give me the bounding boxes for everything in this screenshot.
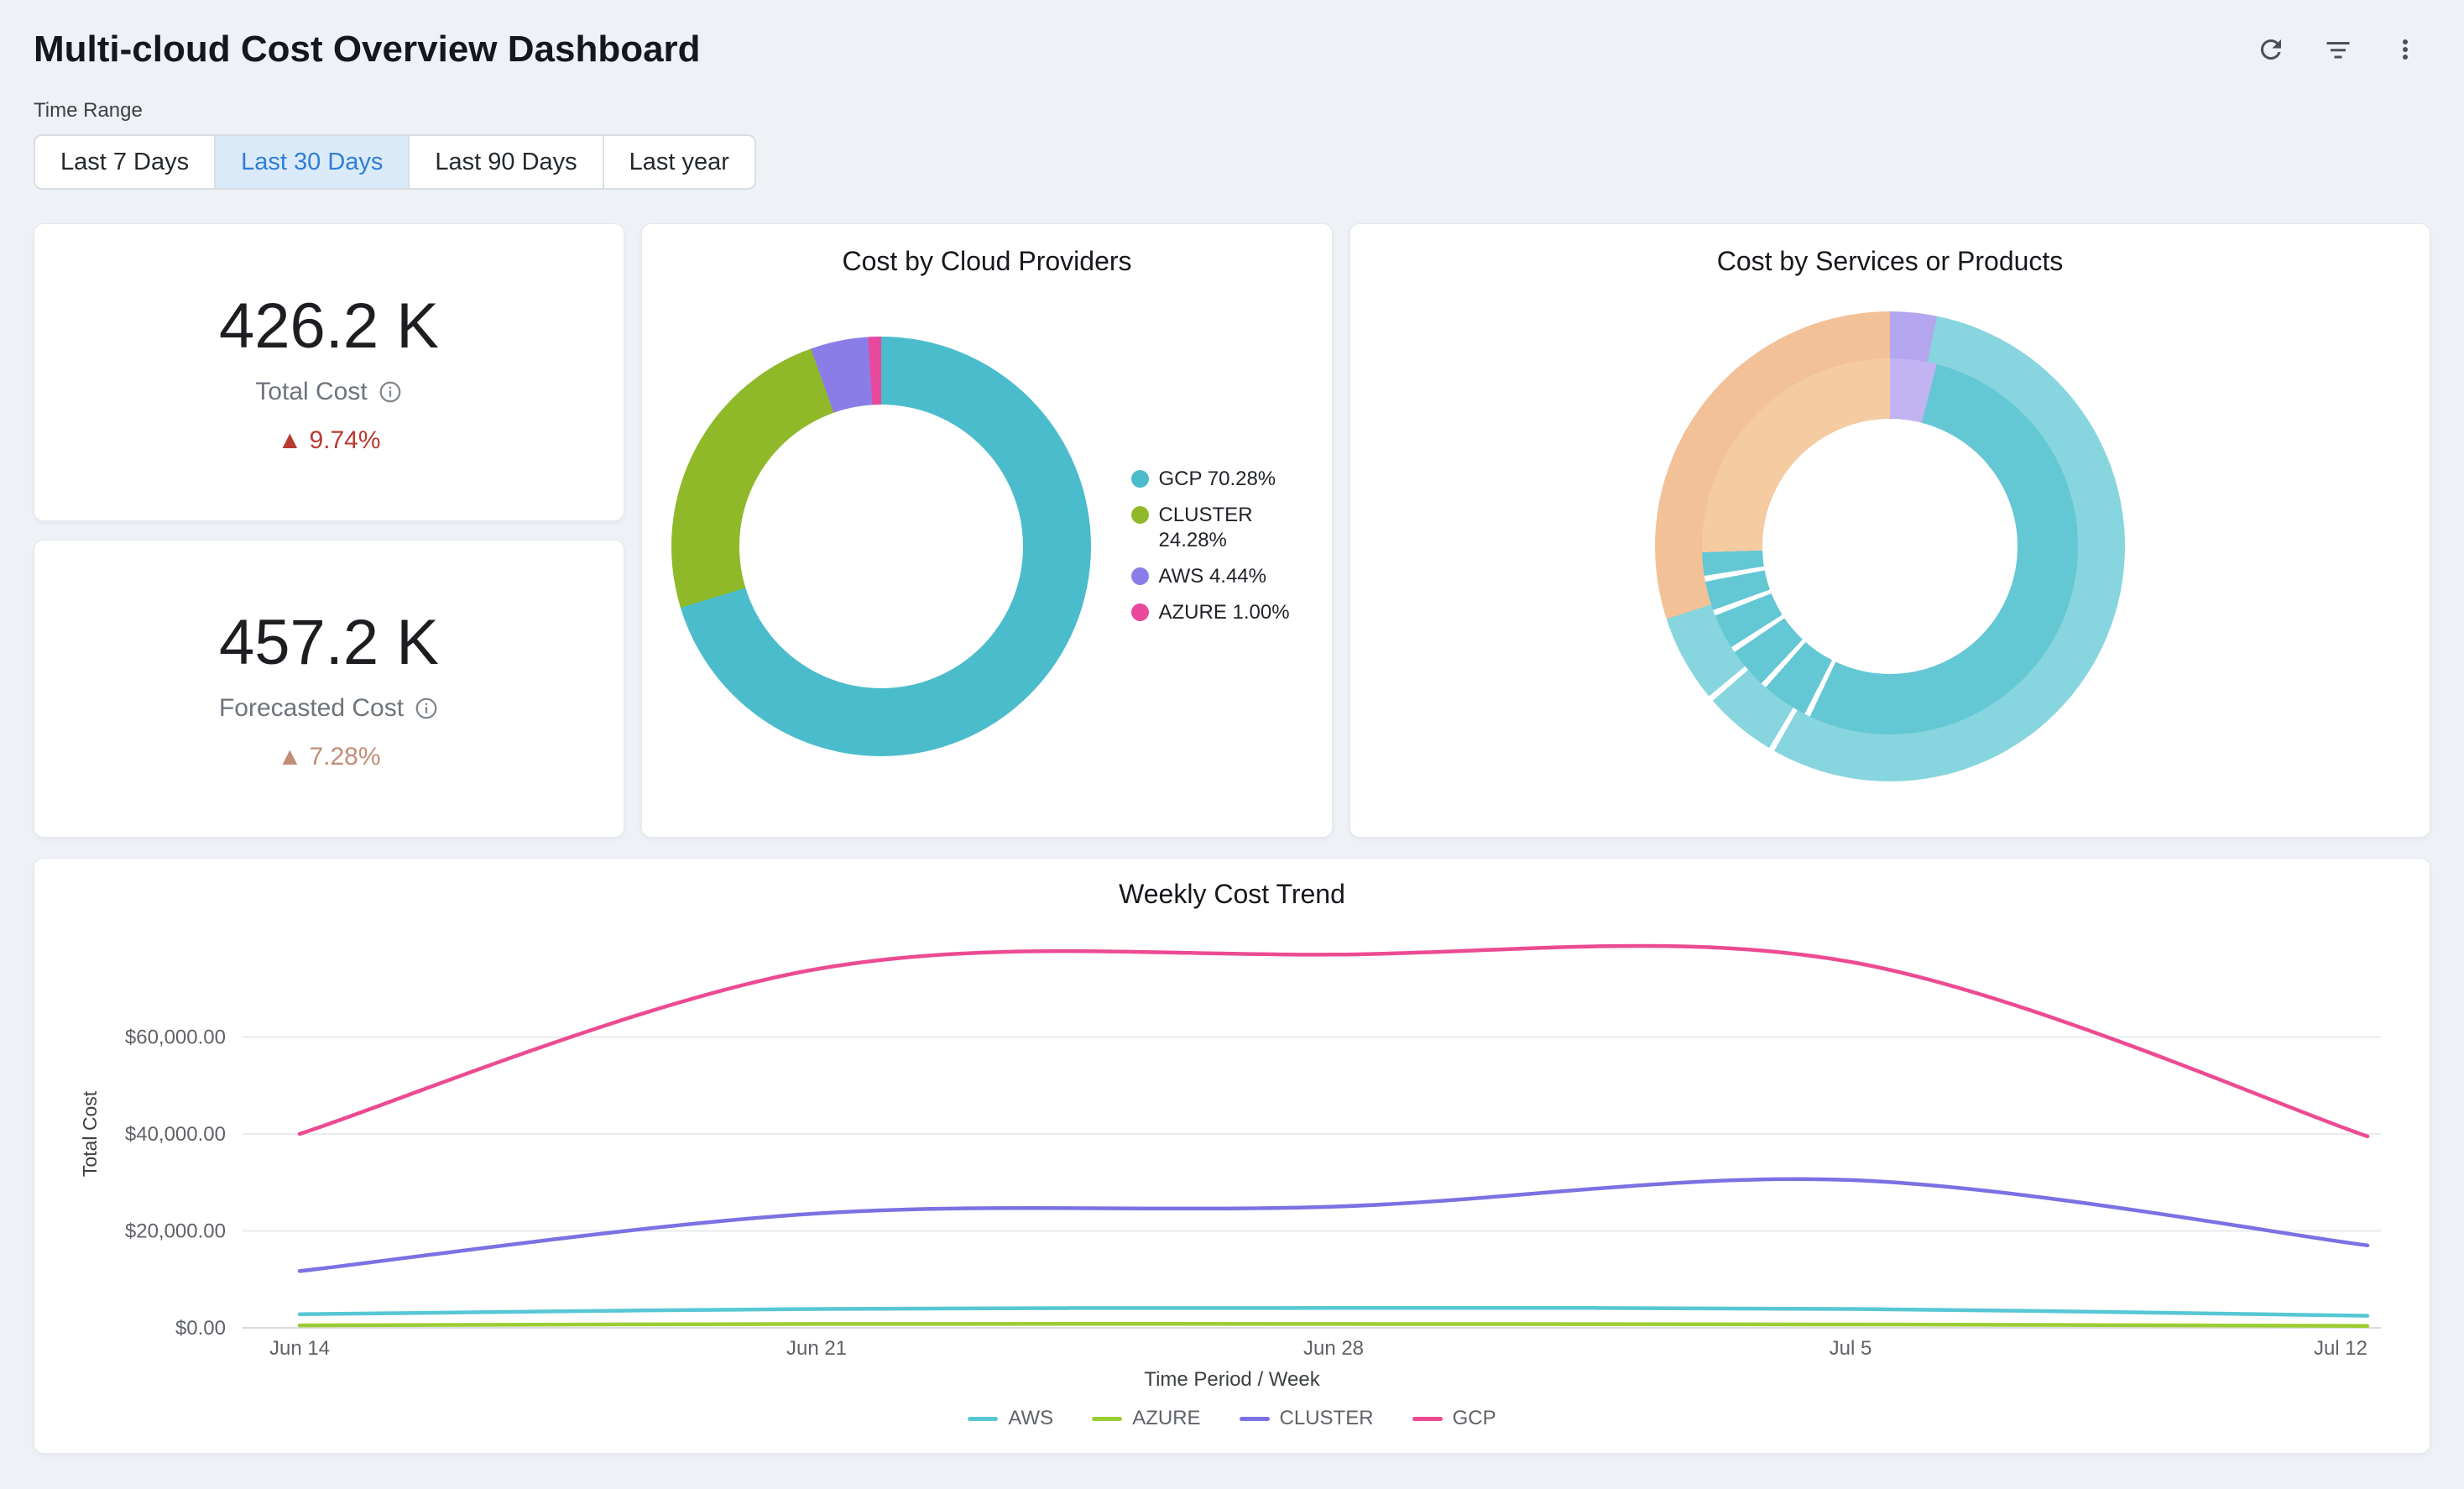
legend-label: AWS	[1008, 1407, 1053, 1430]
legend-label: GCP 70.28%	[1159, 467, 1276, 492]
legend-label: CLUSTER 24.28%	[1159, 503, 1303, 553]
services-sunburst-inner-ring[interactable]	[1702, 358, 2078, 734]
svg-text:$40,000.00: $40,000.00	[125, 1123, 226, 1146]
trend-legend-item-aws[interactable]: AWS	[968, 1407, 1053, 1430]
header: Multi-cloud Cost Overview Dashboard	[34, 20, 2430, 79]
total-cost-info-button[interactable]	[378, 379, 403, 405]
filter-icon	[2323, 34, 2353, 65]
legend-item-cluster[interactable]: CLUSTER 24.28%	[1131, 503, 1303, 553]
sunburst-hole	[1762, 419, 2018, 674]
forecasted-cost-info-button[interactable]	[414, 696, 439, 721]
svg-text:Jun 14: Jun 14	[269, 1337, 330, 1360]
total-cost-label: Total Cost	[255, 378, 367, 406]
trend-legend-item-azure[interactable]: AZURE	[1092, 1407, 1200, 1430]
summary-row: 426.2 K Total Cost ▲ 9.74% 457.2 K Forec…	[34, 223, 2430, 838]
services-chart-area	[1376, 277, 2404, 815]
svg-text:$0.00: $0.00	[175, 1317, 226, 1340]
legend-line-swatch	[1412, 1417, 1443, 1421]
svg-text:$20,000.00: $20,000.00	[125, 1220, 226, 1243]
legend-dot	[1131, 506, 1149, 524]
time-range-section: Time Range Last 7 DaysLast 30 DaysLast 9…	[34, 99, 2430, 190]
time-range-last-7-days[interactable]: Last 7 Days	[34, 134, 216, 190]
providers-card: Cost by Cloud Providers GCP 70.28% CLUSTE…	[641, 223, 1333, 838]
legend-label: AZURE 1.00%	[1159, 600, 1290, 625]
info-icon	[378, 379, 403, 405]
kpi-column: 426.2 K Total Cost ▲ 9.74% 457.2 K Forec…	[34, 223, 624, 838]
svg-text:Jun 28: Jun 28	[1303, 1337, 1364, 1360]
svg-text:Jul 12: Jul 12	[2314, 1337, 2367, 1360]
services-chart-title: Cost by Services or Products	[1376, 246, 2404, 277]
time-range-last-30-days[interactable]: Last 30 Days	[214, 134, 410, 190]
legend-item-azure[interactable]: AZURE 1.00%	[1131, 600, 1303, 625]
trend-chart-title: Weekly Cost Trend	[68, 879, 2396, 910]
trend-legend: AWS AZURE CLUSTER GCP	[68, 1407, 2396, 1430]
total-cost-card: 426.2 K Total Cost ▲ 9.74%	[34, 223, 624, 521]
providers-chart-area: GCP 70.28% CLUSTER 24.28% AWS 4.44% AZURE 1…	[667, 277, 1307, 815]
kpi-delta-0: ▲ 9.74%	[277, 426, 380, 455]
trend-row: Weekly Cost Trend $0.00 $20,000.00 $40,000…	[34, 858, 2430, 1454]
page-title: Multi-cloud Cost Overview Dashboard	[34, 29, 701, 71]
legend-line-swatch	[1240, 1417, 1270, 1421]
svg-text:Jul 5: Jul 5	[1830, 1337, 1872, 1360]
providers-donut-chart[interactable]	[671, 337, 1091, 756]
donut-hole	[739, 405, 1023, 688]
svg-text:Jun 21: Jun 21	[786, 1337, 847, 1360]
legend-dot	[1131, 470, 1149, 488]
legend-label: AWS 4.44%	[1159, 564, 1267, 589]
forecasted-cost-value: 457.2 K	[219, 606, 439, 679]
legend-label: GCP	[1453, 1407, 1496, 1430]
legend-dot	[1131, 567, 1149, 585]
forecasted-cost-label: Forecasted Cost	[219, 694, 404, 723]
trend-card: Weekly Cost Trend $0.00 $20,000.00 $40,000…	[34, 858, 2430, 1454]
trend-legend-item-gcp[interactable]: GCP	[1412, 1407, 1496, 1430]
time-range-last-90-days[interactable]: Last 90 Days	[408, 134, 603, 190]
filter-button[interactable]	[2316, 28, 2360, 71]
legend-line-swatch	[968, 1417, 998, 1421]
dashboard-page: Multi-cloud Cost Overview Dashboard Time…	[0, 0, 2464, 1454]
weekly-trend-chart[interactable]: $0.00 $20,000.00 $40,000.00 $60,000.00 Jun 1…	[68, 922, 2396, 1366]
legend-line-swatch	[1092, 1417, 1122, 1421]
providers-legend: GCP 70.28% CLUSTER 24.28% AWS 4.44% AZURE 1…	[1131, 467, 1303, 625]
time-range-last-year[interactable]: Last year	[603, 134, 756, 190]
info-icon	[414, 696, 439, 721]
svg-text:Total Cost: Total Cost	[79, 1090, 101, 1177]
trend-plot[interactable]: $0.00 $20,000.00 $40,000.00 $60,000.00 Jun 1…	[68, 922, 2398, 1366]
header-actions	[2249, 28, 2427, 71]
more-vertical-icon	[2390, 34, 2420, 65]
trend-legend-item-cluster[interactable]: CLUSTER	[1240, 1407, 1374, 1430]
legend-label: CLUSTER	[1280, 1407, 1374, 1430]
kpi-delta-1: ▲ 7.28%	[277, 743, 380, 771]
more-menu-button[interactable]	[2383, 28, 2427, 71]
time-range-group: Last 7 DaysLast 30 DaysLast 90 DaysLast …	[34, 134, 756, 190]
legend-label: AZURE	[1132, 1407, 1200, 1430]
providers-chart-title: Cost by Cloud Providers	[667, 246, 1307, 277]
refresh-icon	[2256, 34, 2286, 65]
services-card: Cost by Services or Products	[1349, 223, 2430, 838]
svg-text:$60,000.00: $60,000.00	[125, 1027, 226, 1049]
legend-item-gcp[interactable]: GCP 70.28%	[1131, 467, 1303, 492]
legend-item-aws[interactable]: AWS 4.44%	[1131, 564, 1303, 589]
total-cost-value: 426.2 K	[219, 290, 439, 363]
time-range-label: Time Range	[34, 99, 2430, 123]
x-axis-title: Time Period / Week	[68, 1368, 2396, 1392]
services-sunburst-outer-ring[interactable]	[1655, 311, 2125, 781]
refresh-button[interactable]	[2249, 28, 2293, 71]
forecasted-cost-card: 457.2 K Forecasted Cost ▲ 7.28%	[34, 540, 624, 838]
legend-dot	[1131, 603, 1149, 621]
